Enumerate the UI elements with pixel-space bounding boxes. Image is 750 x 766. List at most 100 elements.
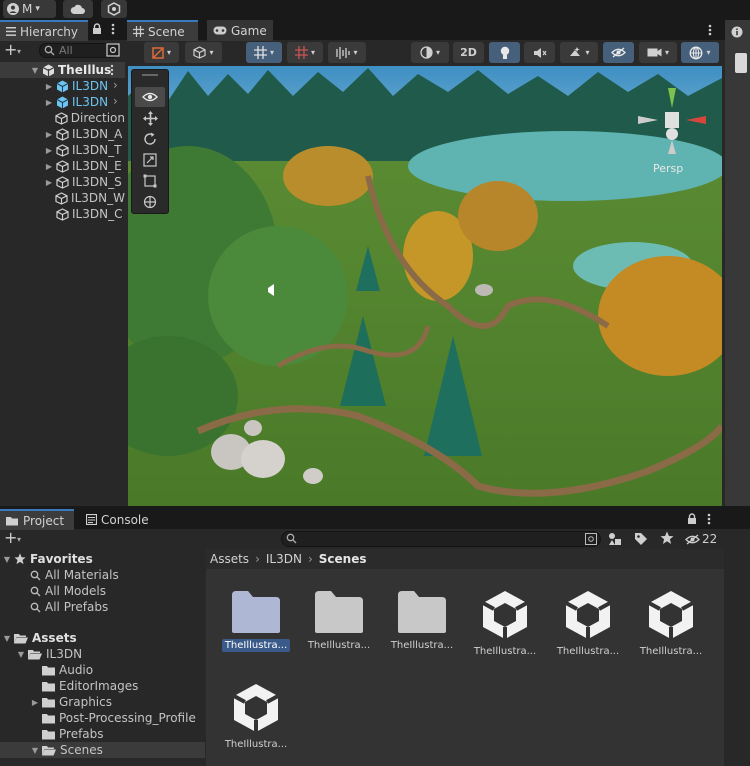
audio-toggle[interactable] [524,42,555,63]
favorite-item[interactable]: All Materials [0,567,205,583]
collab-button[interactable] [101,0,127,18]
assets-row[interactable]: ▼ Assets [0,630,205,646]
hidden-objects-toggle[interactable] [603,42,634,63]
breadcrumb-il3dn[interactable]: IL3DN [266,552,302,566]
foldout-closed-icon[interactable]: ▶ [30,694,40,710]
lock-icon[interactable] [92,23,102,35]
scene-visibility-dropdown[interactable]: ▾ [328,42,366,63]
kebab-menu-icon[interactable] [707,513,711,525]
scene-asset-tile[interactable]: TheIllustra... [216,682,296,751]
project-search-input[interactable] [281,531,601,547]
asset-folder-tile[interactable]: TheIllustra... [299,589,379,652]
asset-folder-tile[interactable]: TheIllustra... [382,589,462,652]
hierarchy-item[interactable]: Direction [0,110,125,126]
foldout-open-icon[interactable]: ▼ [2,551,12,567]
foldout-spacer [30,662,40,678]
camera-dropdown[interactable]: ▾ [639,42,677,63]
orientation-gizmo[interactable] [638,88,708,158]
increment-snap-dropdown[interactable]: ▾ [287,42,323,63]
foldout-closed-icon[interactable]: ▶ [44,174,54,190]
tab-game[interactable]: Game [207,20,273,41]
hierarchy-item[interactable]: ▶ IL3DN_T [0,142,125,158]
info-icon[interactable] [731,26,743,38]
rotate-tool-button[interactable] [135,129,165,149]
scene-viewport[interactable]: Persp [128,66,722,506]
scene-visibility-icon[interactable] [106,43,120,57]
rect-tool-button[interactable] [135,171,165,191]
foldout-open-icon[interactable]: ▼ [16,646,26,662]
foldout-closed-icon[interactable]: ▶ [44,158,54,174]
search-options-icon[interactable] [585,533,597,545]
effects-dropdown[interactable]: ▾ [560,42,598,63]
star-icon [14,553,26,565]
asset-folder-item[interactable]: Prefabs [0,726,205,742]
shading-mode-dropdown[interactable]: ▾ [411,42,449,63]
scene-asset-tile[interactable]: TheIllustra... [631,589,711,658]
scene-asset-tile[interactable]: TheIllustra... [465,589,545,658]
transform-tool-button[interactable] [135,192,165,212]
hidden-packages-toggle[interactable]: 22 [685,532,717,546]
kebab-menu-icon[interactable] [110,64,114,76]
foldout-closed-icon[interactable]: ▶ [44,78,54,94]
foldout-open-icon[interactable]: ▼ [30,62,40,78]
draw-mode-dropdown[interactable]: ▾ [144,42,179,63]
hierarchy-item[interactable]: ▶ IL3DN_S [0,174,125,190]
chevron-right-icon[interactable]: › [113,94,118,108]
chevron-down-icon[interactable]: ▾ [17,47,21,56]
create-button[interactable]: + [4,529,17,547]
favorites-row[interactable]: ▼ Favorites [0,551,205,567]
grid-snapping-dropdown[interactable]: ▾ [246,42,282,63]
chevron-right-icon[interactable]: › [113,78,118,92]
asset-folder-item[interactable]: EditorImages [0,678,205,694]
view-tool-button[interactable] [135,87,165,107]
inspector-page-icon[interactable] [735,53,747,73]
lock-icon[interactable] [687,513,697,525]
add-button[interactable]: + [4,42,17,58]
hierarchy-item[interactable]: ▶ IL3DN › [0,78,125,94]
hierarchy-item[interactable]: IL3DN_W [0,190,125,206]
breadcrumb-scenes[interactable]: Scenes [319,552,367,566]
persp-label[interactable]: Persp [653,162,683,175]
scene-asset-tile[interactable]: TheIllustra... [548,589,628,658]
hierarchy-item[interactable]: ▶ IL3DN › [0,94,125,110]
filter-type-icon[interactable] [608,532,622,546]
kebab-menu-icon[interactable] [111,23,115,35]
favorite-star-icon[interactable] [660,531,674,545]
gizmos-dropdown[interactable]: ▾ [681,42,719,63]
render-mode-dropdown[interactable]: ▾ [185,42,222,63]
hierarchy-item[interactable]: IL3DN_C [0,206,125,222]
favorite-item[interactable]: All Prefabs [0,599,205,615]
account-button[interactable]: M ▾ [3,0,56,18]
palette-grip[interactable] [142,74,158,76]
move-tool-button[interactable] [135,108,165,128]
toggle-2d-button[interactable]: 2D [453,42,484,63]
asset-folder-item[interactable]: Audio [0,662,205,678]
hierarchy-scene-row[interactable]: ▼ TheIllus [0,62,125,78]
il3dn-row[interactable]: ▼ IL3DN [0,646,205,662]
asset-folder-item[interactable]: Post-Processing_Profile [0,710,205,726]
lighting-toggle[interactable] [489,42,520,63]
foldout-open-icon[interactable]: ▼ [2,630,12,646]
asset-folder-label: Post-Processing_Profile [59,711,196,725]
kebab-menu-icon[interactable] [708,24,712,36]
foldout-closed-icon[interactable]: ▶ [44,94,54,110]
hierarchy-item[interactable]: ▶ IL3DN_A [0,126,125,142]
foldout-closed-icon[interactable]: ▶ [44,126,54,142]
foldout-open-icon[interactable]: ▼ [30,742,40,758]
assets-label: Assets [32,631,77,645]
cloud-button[interactable] [63,0,93,18]
asset-folder-item[interactable]: ▶ Graphics [0,694,205,710]
asset-folder-item[interactable]: ▼ Scenes [0,742,205,758]
hierarchy-item[interactable]: ▶ IL3DN_E [0,158,125,174]
tab-scene[interactable]: Scene [127,20,198,41]
scale-tool-button[interactable] [135,150,165,170]
tab-console[interactable]: Console [80,509,160,530]
chevron-down-icon[interactable]: ▾ [17,535,21,544]
asset-folder-tile[interactable]: TheIllustra... [216,589,296,652]
label-tag-icon[interactable] [634,532,648,546]
breadcrumb-assets[interactable]: Assets [210,552,249,566]
foldout-closed-icon[interactable]: ▶ [44,142,54,158]
tab-project[interactable]: Project [0,509,74,530]
favorite-item[interactable]: All Models [0,583,205,599]
tab-hierarchy[interactable]: Hierarchy [0,20,88,41]
